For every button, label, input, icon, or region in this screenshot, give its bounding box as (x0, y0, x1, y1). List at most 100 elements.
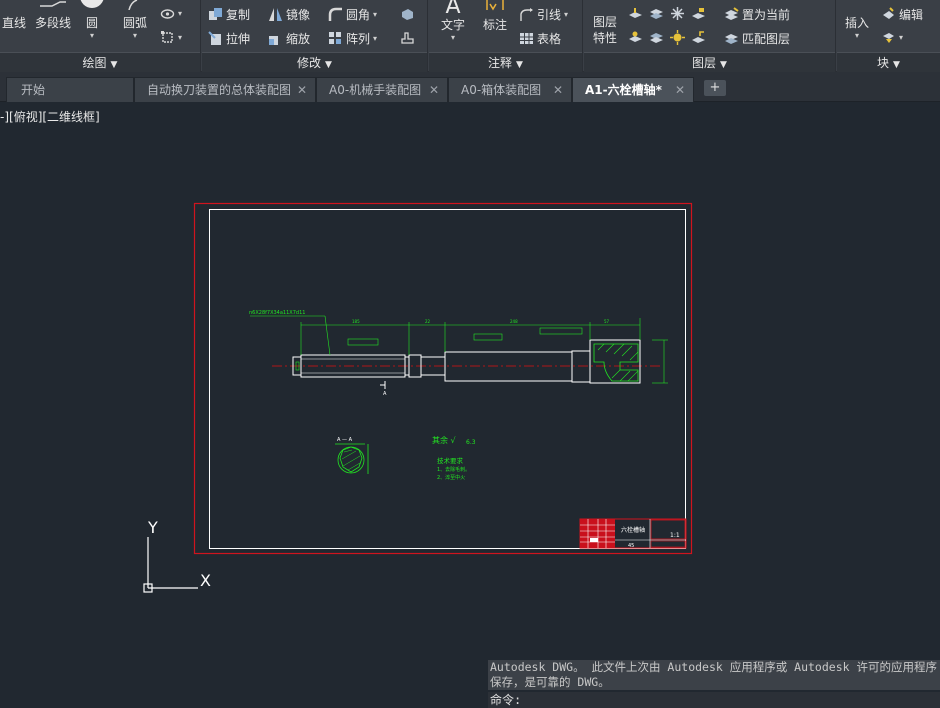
boundary-dropdown-icon[interactable]: ▾ (178, 33, 182, 42)
fillet-dropdown-icon[interactable]: ▾ (373, 10, 377, 19)
tech-requirement-1: 1、去除毛刺。 (437, 466, 470, 473)
ribbon: 直线 多段线 圆 ▾ 圆弧 ▾ ▾ ▾ 绘图 ▼ 复制 镜像 圆角 ▾ 拉伸 缩… (0, 0, 940, 72)
arc-button[interactable]: 圆弧 ▾ (118, 0, 152, 46)
leader-icon (519, 7, 534, 22)
boundary-icon (160, 30, 175, 45)
hatch-dropdown-icon[interactable]: ▾ (178, 9, 182, 18)
modify-panel: 复制 镜像 圆角 ▾ 拉伸 缩放 阵列 ▾ 修改 ▼ (202, 0, 428, 72)
block-attribute-button[interactable]: ▾ (881, 30, 903, 45)
boundary-button[interactable]: ▾ (160, 30, 182, 45)
tab-tool-changer-assembly[interactable]: 自动换刀装置的总体装配图 ✕ (134, 77, 316, 102)
shaft-spec-label: n6X28f7X34a11X7d11 (249, 310, 305, 316)
layer-unlock-icon[interactable] (691, 30, 706, 45)
leader-button[interactable]: 引线 ▾ (519, 6, 568, 23)
text-button[interactable]: A 文字 ▾ (435, 0, 471, 46)
tab-close-icon[interactable]: ✕ (429, 78, 439, 103)
block-panel-title[interactable]: 块 ▼ (837, 52, 940, 72)
section-view-title: A — A (337, 437, 353, 443)
spline-shaft (292, 339, 641, 384)
text-icon: A (445, 0, 461, 16)
layer-lock-icon[interactable] (691, 6, 706, 21)
svg-text:57: 57 (604, 319, 610, 324)
tab-close-icon[interactable]: ✕ (553, 78, 563, 103)
tab-gearbox-assembly[interactable]: A0-箱体装配图 ✕ (448, 77, 572, 102)
layer-thaw-icon[interactable] (670, 30, 685, 45)
array-icon (328, 31, 343, 46)
table-button[interactable]: 表格 (519, 30, 561, 47)
scale-button[interactable]: 缩放 (268, 30, 310, 47)
layer-isolate-icon[interactable] (649, 6, 664, 21)
section-view (335, 443, 369, 474)
block-panel: 插入 ▾ 编辑 ▾ 块 ▼ (837, 0, 940, 72)
scale-icon (268, 31, 283, 46)
offset-button[interactable] (400, 30, 415, 45)
polyline-label: 多段线 (34, 16, 71, 30)
copy-icon (208, 7, 223, 22)
dimension-button[interactable]: 标注 (477, 0, 513, 46)
insert-dropdown-icon[interactable]: ▾ (839, 31, 875, 40)
insert-label: 插入 (844, 16, 869, 30)
title-block-scale: 1:1 (670, 532, 680, 539)
annotation-panel: A 文字 ▾ 标注 引线 ▾ 表格 注释 ▼ (429, 0, 583, 72)
tab-close-icon[interactable]: ✕ (297, 78, 307, 103)
drawing-canvas[interactable]: 185 22 248 57 n6X28f7X34a11X7d11 A A — A… (0, 102, 940, 708)
layers-panel-title[interactable]: 图层 ▼ (584, 52, 835, 72)
text-label: 文字 (440, 18, 465, 32)
draw-panel-title[interactable]: 绘图 ▼ (0, 52, 200, 72)
explode-button[interactable] (400, 6, 415, 21)
new-tab-button[interactable]: + (704, 80, 726, 96)
layer-freeze-icon[interactable] (670, 6, 685, 21)
set-current-button[interactable]: 置为当前 (724, 6, 790, 23)
command-input[interactable]: 命令: (488, 692, 940, 708)
offset-icon (400, 30, 415, 45)
drawing-frame (209, 209, 686, 549)
layer-tools-row-1 (628, 6, 706, 21)
layer-unisolate-icon[interactable] (649, 30, 664, 45)
block-attribute-dropdown-icon[interactable]: ▾ (899, 33, 903, 42)
dimension-label: 标注 (482, 18, 507, 32)
set-current-icon (724, 7, 739, 22)
tab-close-icon[interactable]: ✕ (675, 78, 685, 103)
table-icon (519, 31, 534, 46)
layer-properties-label-1: 图层 (592, 15, 617, 29)
array-button[interactable]: 阵列 ▾ (328, 30, 377, 47)
ucs-y-label: Y (147, 518, 158, 537)
stretch-button[interactable]: 拉伸 (208, 30, 250, 47)
copy-button[interactable]: 复制 (208, 6, 250, 23)
command-prompt: 命令: (490, 693, 522, 707)
layer-on-icon[interactable] (628, 30, 643, 45)
fillet-button[interactable]: 圆角 ▾ (328, 6, 377, 23)
insert-button[interactable]: 插入 ▾ (839, 14, 875, 40)
arc-dropdown-icon[interactable]: ▾ (118, 31, 152, 40)
match-layer-button[interactable]: 匹配图层 (724, 30, 790, 47)
modify-panel-title[interactable]: 修改 ▼ (202, 52, 427, 72)
polyline-button[interactable]: 多段线 (32, 0, 74, 40)
text-dropdown-icon[interactable]: ▾ (435, 33, 471, 42)
edit-block-button[interactable]: 编辑 (881, 6, 923, 23)
hatch-button[interactable]: ▾ (160, 6, 182, 21)
circle-dropdown-icon[interactable]: ▾ (78, 31, 106, 40)
roughness-note: 其余 √ (432, 435, 457, 445)
draw-panel: 直线 多段线 圆 ▾ 圆弧 ▾ ▾ ▾ 绘图 ▼ (0, 0, 201, 72)
ucs-icon (143, 537, 198, 593)
array-dropdown-icon[interactable]: ▾ (373, 34, 377, 43)
tab-start[interactable]: 开始 (6, 77, 134, 102)
sheet-border (193, 202, 693, 555)
edit-block-icon (881, 7, 896, 22)
mirror-button[interactable]: 镜像 (268, 6, 310, 23)
match-layer-icon (724, 31, 739, 46)
command-history: Autodesk DWG。 此文件上次由 Autodesk 应用程序或 Auto… (488, 660, 940, 690)
layer-off-icon[interactable] (628, 6, 643, 21)
layer-properties-button[interactable]: 图层 特性 (588, 14, 622, 46)
layer-tools-row-2 (628, 30, 706, 45)
hatch-section (593, 343, 639, 382)
circle-button[interactable]: 圆 ▾ (78, 0, 106, 46)
annotation-panel-title[interactable]: 注释 ▼ (429, 52, 582, 72)
leader-dropdown-icon[interactable]: ▾ (564, 10, 568, 19)
tab-manipulator-assembly[interactable]: A0-机械手装配图 ✕ (316, 77, 448, 102)
line-button[interactable]: 直线 (0, 0, 28, 40)
tab-spline-shaft[interactable]: A1-六栓槽轴* ✕ (572, 77, 694, 102)
command-history-line: 保存，是可靠的 DWG。 (490, 675, 610, 689)
section-marker (380, 381, 386, 389)
dimension-values: 185 22 248 57 (352, 319, 610, 324)
